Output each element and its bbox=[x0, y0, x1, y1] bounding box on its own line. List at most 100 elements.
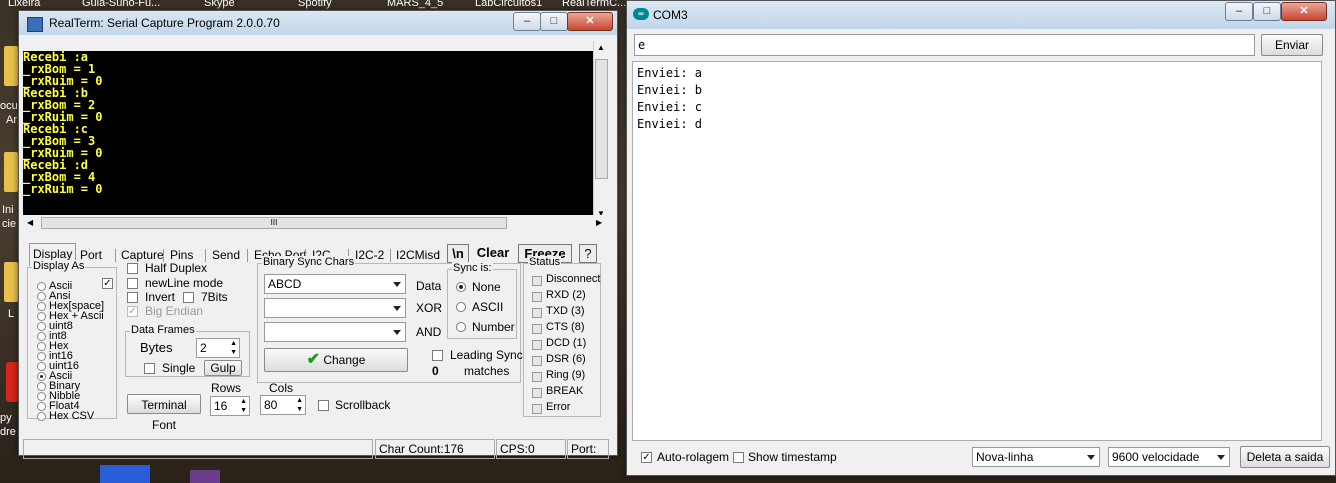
terminal-line: _rxBom = 1 bbox=[23, 62, 96, 76]
taskbar-icon[interactable] bbox=[100, 465, 150, 483]
display-radio-hex-ascii[interactable] bbox=[37, 312, 46, 321]
newline-mode-checkbox[interactable] bbox=[127, 278, 138, 289]
serial-send-input[interactable]: e bbox=[634, 34, 1255, 56]
scroll-left-icon[interactable]: ◀ bbox=[27, 218, 33, 227]
terminal-horizontal-scrollbar[interactable]: ◀ III ▶ bbox=[23, 215, 609, 231]
desktop-icon-label: cie bbox=[2, 218, 17, 230]
data-frames-group: Data Frames Bytes 2 ▲ ▼ Single Gulp bbox=[125, 324, 250, 377]
display-radio-float4[interactable] bbox=[37, 402, 46, 411]
scrollback-checkbox[interactable] bbox=[318, 400, 329, 411]
display-radio-hex-csv[interactable] bbox=[37, 412, 46, 421]
scroll-up-icon[interactable]: ▲ bbox=[597, 43, 605, 52]
maximize-button[interactable]: □ bbox=[1253, 2, 1281, 21]
tab-i2c-2[interactable]: I2C-2 bbox=[355, 245, 384, 265]
display-radio-nibble[interactable] bbox=[37, 392, 46, 401]
display-radio-binary[interactable] bbox=[37, 382, 46, 391]
display-as-checkbox[interactable]: ✓ bbox=[102, 278, 113, 289]
spinner-arrows-icon[interactable]: ▲ ▼ bbox=[230, 339, 237, 357]
close-button[interactable]: ✕ bbox=[567, 12, 613, 31]
status-label: DCD (1) bbox=[546, 337, 587, 349]
invert-checkbox[interactable] bbox=[127, 292, 138, 303]
invert-label: Invert bbox=[145, 290, 176, 304]
maximize-button[interactable]: □ bbox=[540, 12, 568, 31]
taskbar-icon[interactable] bbox=[190, 470, 220, 483]
scrollbar-thumb[interactable]: III bbox=[41, 217, 507, 229]
desktop-icon-label[interactable]: LabCircuitos1 bbox=[475, 0, 542, 9]
line-ending-value: Nova-linha bbox=[976, 450, 1034, 464]
terminal-display[interactable]: Recebi :a _rxBom = 1 _rxRuim = 0 Recebi :b _… bbox=[23, 51, 599, 225]
terminal-line: _rxRuim = 0 bbox=[23, 146, 103, 160]
desktop-icon-label[interactable]: RealTermC... bbox=[562, 0, 626, 9]
desktop-icon-label[interactable]: Skype bbox=[204, 0, 235, 9]
desktop-icon-label[interactable]: Lixeira bbox=[8, 0, 40, 9]
display-radio-hex-space[interactable] bbox=[37, 302, 46, 311]
autoscroll-checkbox[interactable]: ✓ bbox=[641, 452, 652, 463]
sync-none-radio[interactable] bbox=[456, 282, 466, 292]
display-radio-int16[interactable] bbox=[37, 352, 46, 361]
desktop-icon-label: ocu bbox=[0, 100, 18, 112]
status-label: RXD (2) bbox=[546, 289, 586, 301]
and-label: AND bbox=[416, 325, 442, 339]
data-label: Data bbox=[416, 279, 442, 293]
serial-output-line: Enviei: b bbox=[637, 83, 703, 97]
terminal-font-button[interactable]: Terminal Font bbox=[127, 394, 201, 432]
display-radio-ascii-selected[interactable] bbox=[37, 372, 46, 381]
sync-ascii-radio[interactable] bbox=[456, 302, 466, 312]
folder-icon[interactable] bbox=[4, 262, 18, 302]
7bits-checkbox[interactable] bbox=[183, 292, 194, 303]
minimize-button[interactable]: – bbox=[513, 12, 541, 31]
spinner-arrows-icon[interactable]: ▲ ▼ bbox=[296, 396, 303, 414]
clear-button[interactable]: Clear bbox=[474, 244, 512, 261]
leading-sync-label: Leading Sync bbox=[450, 348, 523, 362]
sync-data-select[interactable]: ABCD bbox=[264, 274, 406, 294]
rows-spinner[interactable]: 16 ▲ ▼ bbox=[210, 396, 250, 416]
half-duplex-checkbox[interactable] bbox=[127, 263, 138, 274]
folder-icon[interactable] bbox=[4, 46, 18, 86]
desktop-icon-label[interactable]: Guia-Suno-Fu... bbox=[82, 0, 160, 9]
terminal-vertical-scrollbar[interactable]: ▲ ▼ bbox=[593, 41, 610, 223]
line-ending-select[interactable]: Nova-linha bbox=[972, 447, 1100, 467]
tab-i2cmisc[interactable]: I2CMisc bbox=[396, 245, 439, 265]
sync-number-radio[interactable] bbox=[456, 322, 466, 332]
display-radio-ansi[interactable] bbox=[37, 292, 46, 301]
display-as-group: Display As Ascii Ansi Hex[space] Hex + A… bbox=[27, 260, 117, 422]
folder-icon[interactable] bbox=[4, 152, 18, 192]
display-radio-hex[interactable] bbox=[37, 342, 46, 351]
bytes-spinner[interactable]: 2 ▲ ▼ bbox=[196, 338, 240, 358]
single-label: Single bbox=[162, 361, 196, 375]
send-button[interactable]: Enviar bbox=[1261, 34, 1323, 56]
help-button[interactable]: ? bbox=[579, 244, 597, 263]
display-radio-ascii[interactable] bbox=[37, 282, 46, 291]
show-timestamp-checkbox[interactable] bbox=[733, 452, 744, 463]
newline-button[interactable]: \n bbox=[447, 244, 469, 263]
status-led bbox=[532, 388, 542, 398]
gulp-button[interactable]: Gulp bbox=[204, 360, 242, 376]
tab-overflow[interactable]: I bbox=[437, 245, 440, 265]
desktop-icon-label[interactable]: MARS_4_5 bbox=[387, 0, 443, 9]
desktop-icon-label[interactable]: Spotify bbox=[298, 0, 332, 9]
sync-and-select[interactable] bbox=[264, 322, 406, 342]
realterm-window: RealTerm: Serial Capture Program 2.0.0.7… bbox=[18, 10, 618, 459]
sync-xor-select[interactable] bbox=[264, 298, 406, 318]
desktop-icon-label: Ar bbox=[6, 114, 17, 126]
display-radio-int8[interactable] bbox=[37, 332, 46, 341]
display-radio-uint16[interactable] bbox=[37, 362, 46, 371]
spinner-arrows-icon[interactable]: ▲ ▼ bbox=[240, 397, 247, 415]
serial-send-value: e bbox=[638, 38, 646, 52]
tab-send[interactable]: Send bbox=[212, 245, 240, 265]
single-checkbox[interactable] bbox=[144, 363, 155, 374]
minimize-button[interactable]: – bbox=[1225, 2, 1253, 21]
terminal-line: Recebi :b bbox=[23, 86, 89, 100]
scroll-right-icon[interactable]: ▶ bbox=[596, 218, 602, 227]
clear-output-button[interactable]: Deleta a saida bbox=[1240, 446, 1330, 468]
close-button[interactable]: ✕ bbox=[1281, 2, 1327, 21]
scrollbar-thumb[interactable] bbox=[595, 59, 608, 179]
baud-rate-select[interactable]: 9600 velocidade bbox=[1108, 447, 1230, 467]
display-radio-uint8[interactable] bbox=[37, 322, 46, 331]
change-button[interactable]: ✔ Change bbox=[264, 348, 408, 372]
cols-spinner[interactable]: 80 ▲ ▼ bbox=[260, 395, 306, 415]
leading-sync-checkbox[interactable] bbox=[432, 350, 443, 361]
serial-output[interactable]: Enviei: a Enviei: b Enviei: c Enviei: d bbox=[632, 61, 1322, 441]
dropdown-arrow-icon bbox=[393, 330, 401, 335]
sync-match-count: 0 bbox=[432, 364, 439, 378]
